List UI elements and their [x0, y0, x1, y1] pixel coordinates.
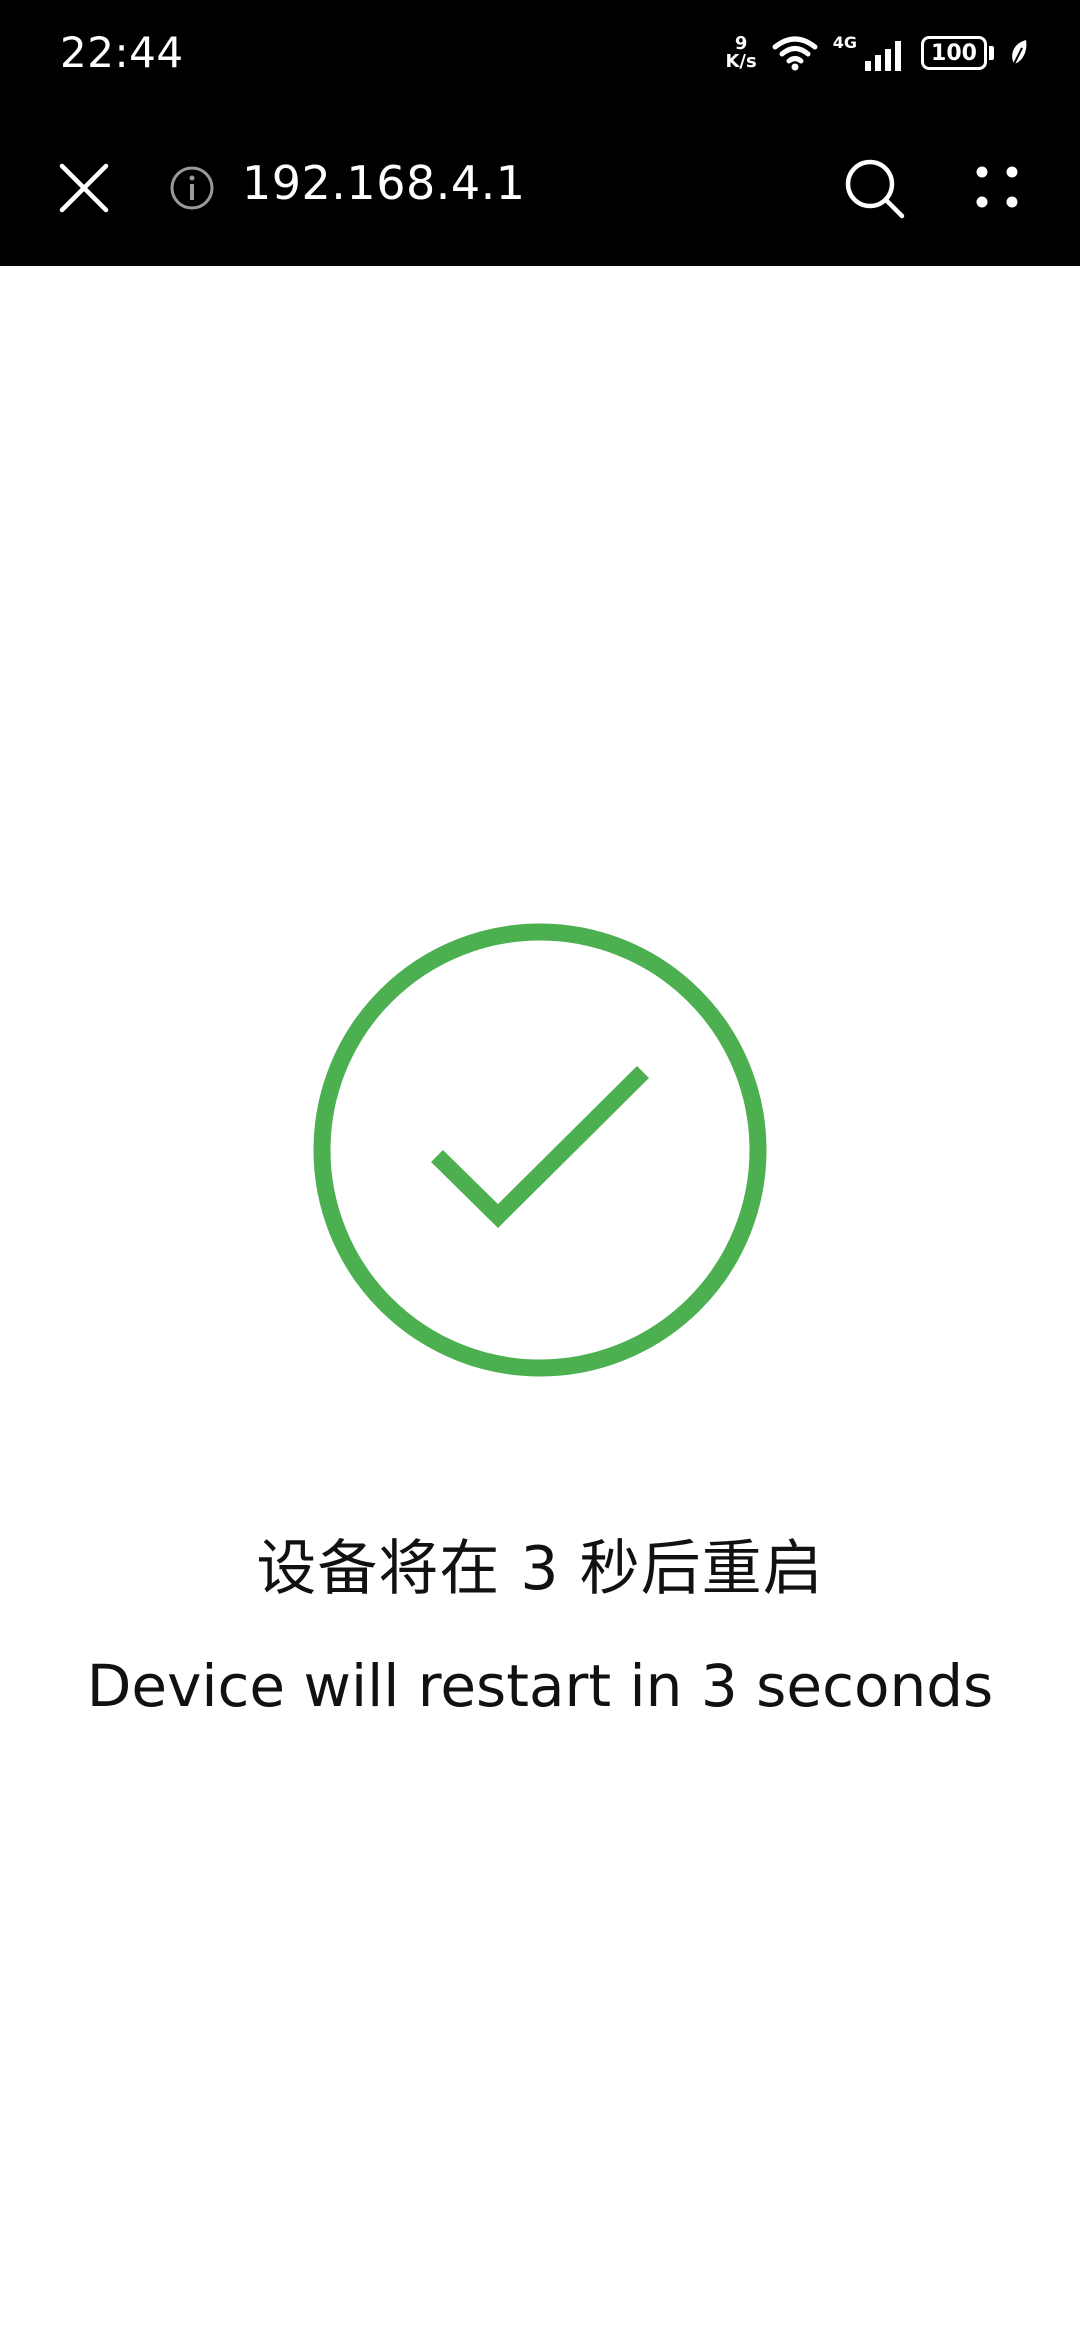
search-icon[interactable]: [842, 156, 908, 222]
status-time: 22:44: [60, 28, 184, 77]
info-icon[interactable]: [168, 164, 216, 212]
restart-message-english: Device will restart in 3 seconds: [86, 1652, 994, 1720]
network-speed: 9 K/s: [725, 35, 756, 71]
battery-level: 100: [931, 40, 977, 66]
network-type: 4G: [832, 33, 857, 52]
url-bar[interactable]: 192.168.4.1: [242, 156, 526, 210]
close-icon[interactable]: [56, 160, 112, 216]
restart-message-chinese: 设备将在 3 秒后重启: [256, 1534, 824, 1604]
battery-indicator: 100: [921, 36, 994, 70]
battery-nub: [989, 46, 994, 60]
signal-icon: [865, 41, 901, 71]
status-icons: 9 K/s 4G 100: [725, 28, 1030, 78]
screen: 22:44 9 K/s 4G 100 192.168.4.1 设备将在 3 秒后…: [0, 0, 1080, 2340]
browser-toolbar: 192.168.4.1: [0, 130, 1080, 240]
battery-icon: 100: [921, 36, 987, 70]
wifi-icon: [772, 36, 818, 71]
more-icon[interactable]: [972, 162, 1022, 212]
leaf-icon: [1012, 40, 1027, 65]
top-bar: 22:44 9 K/s 4G 100 192.168.4.1: [0, 0, 1080, 266]
network-speed-unit: K/s: [725, 51, 757, 72]
check-circle-icon: [313, 923, 767, 1377]
cellular-signal: 4G: [833, 33, 907, 73]
